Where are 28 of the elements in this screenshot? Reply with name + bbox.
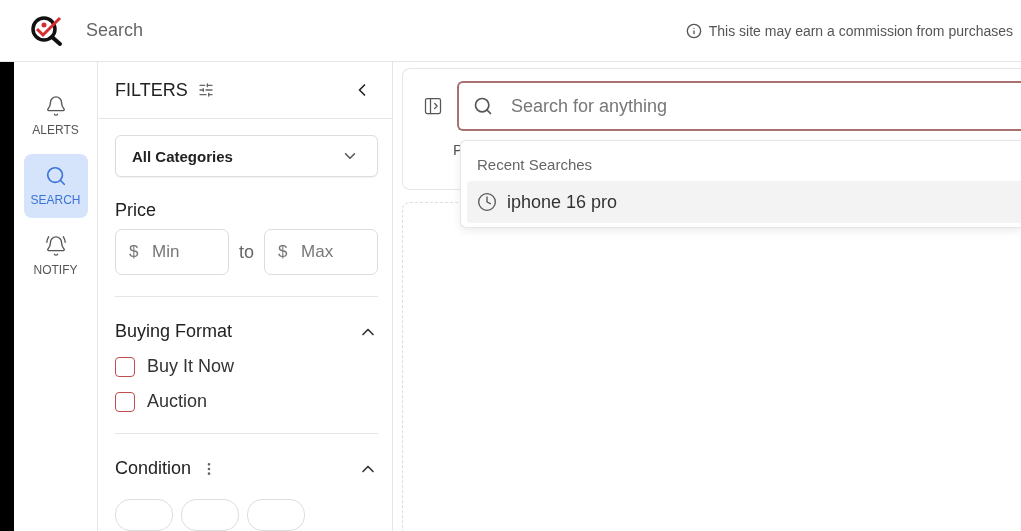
currency-sign: $ [129, 242, 139, 262]
nav-item[interactable]: NOTIFY [23, 224, 88, 288]
recent-search-item[interactable]: iphone 16 pro [467, 181, 1021, 223]
section-title: Buying Format [115, 321, 233, 342]
sliders-icon [197, 82, 214, 98]
panel-toggle-icon[interactable] [423, 96, 443, 116]
bell-icon [44, 95, 67, 117]
nav-item[interactable]: ALERTS [23, 84, 88, 148]
recent-searches-title: Recent Searches [476, 155, 594, 173]
checkbox[interactable] [115, 391, 135, 412]
checkbox[interactable] [115, 356, 135, 377]
to-label: to [239, 241, 254, 263]
currency-sign: $ [278, 242, 288, 262]
filters-title: FILTERS [115, 79, 188, 101]
bell-ring-icon [44, 235, 67, 257]
option-label: Buy It Now [147, 356, 235, 377]
page-title: Search [86, 20, 144, 41]
section-title: Condition [115, 458, 192, 479]
info-icon [685, 22, 702, 39]
search-icon [473, 96, 493, 116]
commission-notice: This site may earn a commission from purchases [708, 22, 1013, 39]
category-select[interactable]: All Categories [115, 135, 378, 177]
option-label: Auction [147, 391, 208, 412]
search-field[interactable]: Search for anything [457, 81, 1021, 131]
search-icon [44, 165, 67, 187]
price-label: Price [115, 200, 157, 221]
nav-item[interactable]: SEARCH [23, 154, 88, 218]
clock-icon [477, 192, 497, 212]
